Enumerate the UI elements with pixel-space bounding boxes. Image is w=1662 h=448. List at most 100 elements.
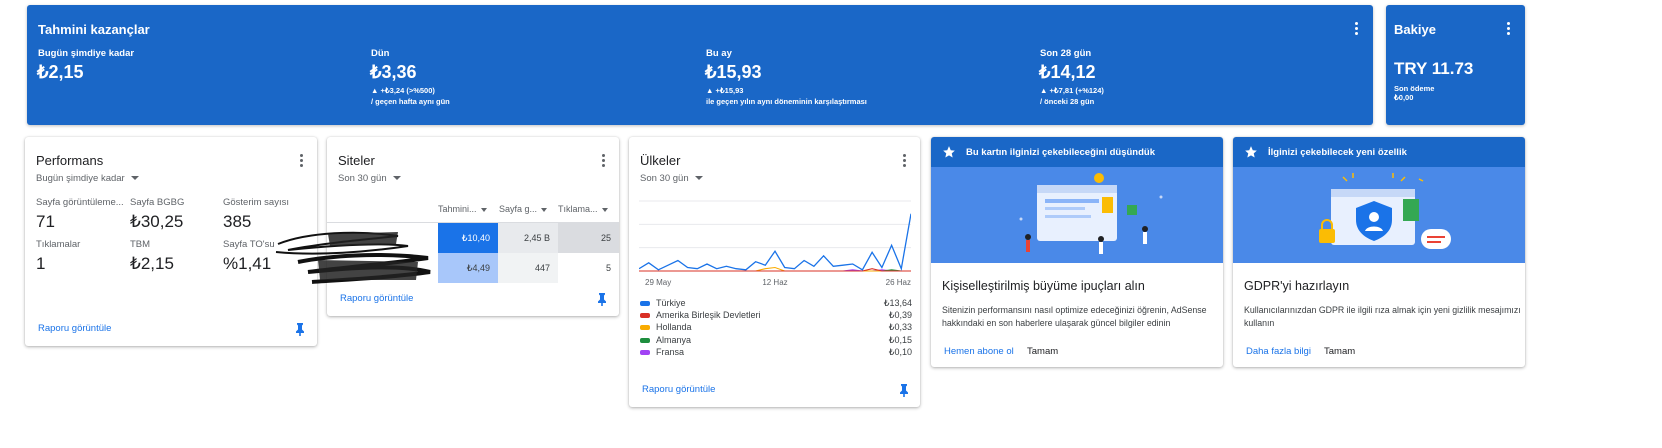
- promo-header-text: İlginizi çekebilecek yeni özellik: [1268, 147, 1407, 158]
- metric-label-cpc: TBM: [130, 239, 151, 250]
- growth-illustration: [931, 167, 1223, 263]
- x-tick-label: 29 May: [645, 278, 671, 287]
- legend-value: ₺0,10: [888, 347, 912, 357]
- countries-report-link[interactable]: Raporu görüntüle: [642, 384, 715, 395]
- legend-name: Fransa: [656, 347, 685, 357]
- legend-swatch: [640, 338, 650, 343]
- chevron-down-icon: [130, 176, 139, 181]
- last28-compare: / önceki 28 gün: [1040, 97, 1095, 106]
- series-line-0: [639, 213, 911, 272]
- dismiss-button[interactable]: Tamam: [1027, 346, 1058, 357]
- promo-description: Sitenizin performansını nasıl optimize e…: [942, 305, 1207, 328]
- metric-value-page-ctr: %1,41: [223, 254, 272, 273]
- promo-card-growth-tips: Bu kartın ilginizi çekebileceğini düşünd…: [931, 137, 1223, 367]
- countries-range-dropdown[interactable]: Son 30 gün: [640, 173, 703, 184]
- cell-pageviews: 447: [498, 253, 558, 283]
- month-compare: ile geçen yılın aynı döneminin karşılaşt…: [706, 97, 867, 106]
- performance-range-label: Bugün şimdiye kadar: [36, 173, 125, 184]
- earnings-card: Tahmini kazançlar Bugün şimdiye kadar ₺2…: [27, 5, 1373, 125]
- subscribe-button[interactable]: Hemen abone ol: [944, 346, 1014, 357]
- balance-card: Bakiye TRY 11.73 Son ödeme ₺0,00: [1386, 5, 1525, 125]
- sort-caret-icon: [541, 207, 548, 212]
- sites-report-link[interactable]: Raporu görüntüle: [340, 293, 413, 304]
- legend-name: Türkiye: [656, 298, 686, 308]
- month-delta: ▲ +₺15,93: [706, 86, 744, 95]
- earnings-title: Tahmini kazançlar: [38, 22, 150, 37]
- yesterday-compare: / geçen hafta aynı gün: [371, 97, 450, 106]
- legend-item: Fransa ₺0,10: [640, 347, 912, 359]
- today-value: ₺2,15: [37, 62, 84, 82]
- x-tick-label: 26 Haz: [886, 278, 911, 287]
- learn-more-button[interactable]: Daha fazla bilgi: [1246, 346, 1311, 357]
- chevron-down-icon: [694, 176, 703, 181]
- performance-range-dropdown[interactable]: Bugün şimdiye kadar: [36, 173, 139, 184]
- star-icon: [1245, 146, 1257, 158]
- legend-swatch: [640, 313, 650, 318]
- earnings-more-icon[interactable]: [1348, 21, 1364, 37]
- browser-illustration-icon: [1019, 173, 1163, 254]
- sort-caret-icon: [601, 207, 608, 212]
- column-header-clicks[interactable]: Tıklama...: [558, 204, 608, 214]
- metric-value-page-rpm: ₺30,25: [130, 212, 184, 231]
- promo-title: GDPR'yi hazırlayın: [1244, 279, 1350, 293]
- chevron-down-icon: [392, 176, 401, 181]
- legend-item: Hollanda ₺0,33: [640, 322, 912, 334]
- sites-title: Siteler: [338, 153, 375, 168]
- last28-delta: ▲ +₺7,81 (+%124): [1040, 86, 1104, 95]
- column-header-earnings-label: Tahmini...: [438, 204, 477, 214]
- legend-item: Amerika Birleşik Devletleri ₺0,39: [640, 310, 912, 322]
- cell-earnings: ₺4,49: [438, 253, 498, 283]
- shield-icon: [1319, 173, 1451, 249]
- legend-swatch: [640, 301, 650, 306]
- legend-value: ₺0,15: [888, 335, 912, 345]
- legend-value: ₺13,64: [883, 298, 912, 308]
- promo-header: Bu kartın ilginizi çekebileceğini düşünd…: [931, 137, 1223, 167]
- countries-title: Ülkeler: [640, 153, 681, 168]
- month-label: Bu ay: [706, 48, 732, 59]
- legend-item: Almanya ₺0,15: [640, 335, 912, 347]
- month-value: ₺15,93: [705, 62, 762, 82]
- column-header-earnings[interactable]: Tahmini...: [438, 204, 487, 214]
- country-line-chart: 29 May 12 Haz 26 Haz: [639, 200, 911, 287]
- star-icon: [943, 146, 955, 158]
- promo-header: İlginizi çekebilecek yeni özellik: [1233, 137, 1525, 167]
- balance-more-icon[interactable]: [1500, 21, 1516, 37]
- yesterday-value: ₺3,36: [370, 62, 417, 82]
- sites-range-dropdown[interactable]: Son 30 gün: [338, 173, 401, 184]
- pin-icon[interactable]: [898, 383, 910, 397]
- redaction-scribble: [275, 231, 431, 284]
- yesterday-label: Dün: [371, 48, 390, 59]
- legend-value: ₺0,39: [888, 310, 912, 320]
- dismiss-button[interactable]: Tamam: [1324, 346, 1355, 357]
- pin-icon[interactable]: [596, 292, 608, 306]
- cell-pageviews: 2,45 B: [498, 223, 558, 253]
- performance-report-link[interactable]: Raporu görüntüle: [38, 323, 111, 334]
- legend-name: Amerika Birleşik Devletleri: [656, 310, 761, 320]
- sites-more-icon[interactable]: [595, 153, 611, 169]
- countries-range-label: Son 30 gün: [640, 173, 689, 184]
- promo-card-gdpr: İlginizi çekebilecek yeni özellik GDPR'y…: [1233, 137, 1525, 367]
- column-header-pageviews-label: Sayfa g...: [499, 204, 538, 214]
- sites-range-label: Son 30 gün: [338, 173, 387, 184]
- sort-caret-icon: [480, 207, 487, 212]
- metric-label-page-rpm: Sayfa BGBG: [130, 197, 185, 208]
- cell-clicks: 5: [558, 253, 619, 283]
- pin-icon[interactable]: [294, 322, 306, 336]
- x-tick-label: 12 Haz: [762, 278, 787, 287]
- metric-label-clicks: Tıklamalar: [36, 239, 81, 250]
- performance-more-icon[interactable]: [293, 153, 309, 169]
- legend-value: ₺0,33: [888, 322, 912, 332]
- metric-label-impressions: Gösterim sayısı: [223, 197, 289, 208]
- promo-title: Kişiselleştirilmiş büyüme ipuçları alın: [942, 279, 1145, 293]
- cell-clicks: 25: [558, 223, 619, 253]
- countries-more-icon[interactable]: [896, 153, 912, 169]
- promo-header-text: Bu kartın ilginizi çekebileceğini düşünd…: [966, 147, 1155, 158]
- column-header-clicks-label: Tıklama...: [558, 204, 598, 214]
- balance-value: TRY 11.73: [1394, 59, 1474, 78]
- last28-label: Son 28 gün: [1040, 48, 1092, 59]
- metric-value-impressions: 385: [223, 212, 252, 231]
- metric-value-cpc: ₺2,15: [130, 254, 174, 273]
- column-header-pageviews[interactable]: Sayfa g...: [499, 204, 548, 214]
- metric-value-clicks: 1: [36, 254, 46, 273]
- yesterday-delta: ▲ +₺3,24 (>%500): [371, 86, 435, 95]
